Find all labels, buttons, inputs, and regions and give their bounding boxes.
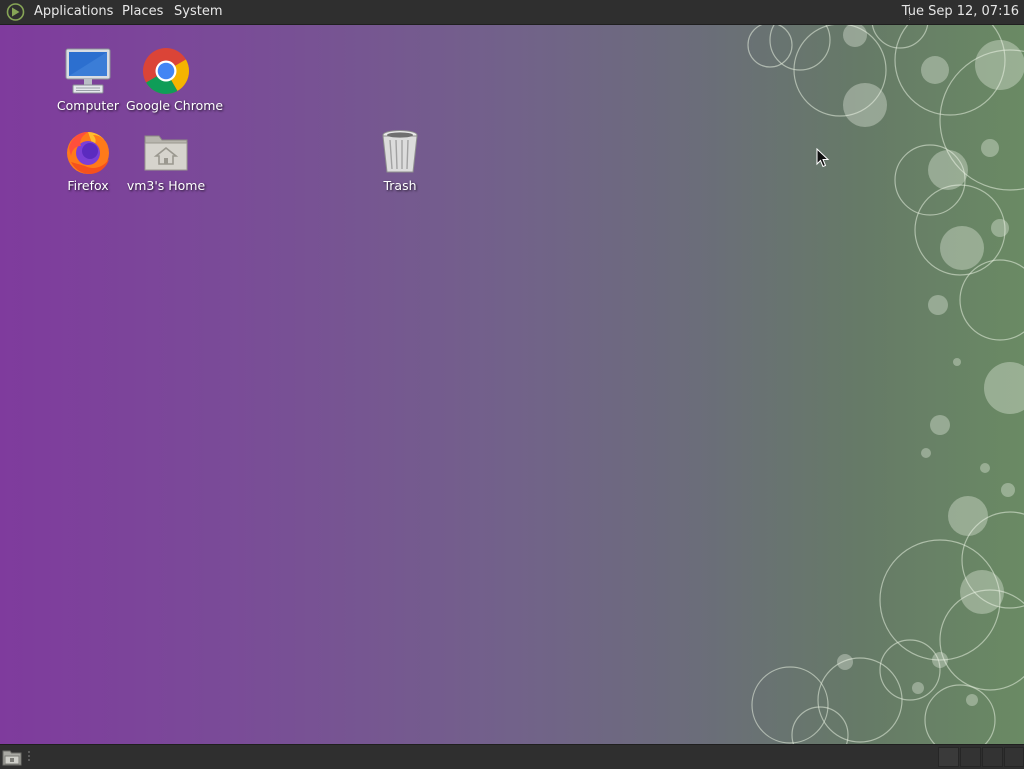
top-panel: Applications Places System Tue Sep 12, 0… bbox=[0, 0, 1024, 25]
desktop-icon-firefox[interactable]: Firefox bbox=[48, 126, 128, 193]
trash-icon bbox=[382, 130, 418, 173]
desktop-icon-label: Firefox bbox=[67, 178, 109, 193]
menu-places[interactable]: Places bbox=[122, 0, 163, 24]
desktop-icon-computer[interactable]: Computer bbox=[48, 46, 128, 113]
bottom-panel bbox=[0, 744, 1024, 769]
clock[interactable]: Tue Sep 12, 07:16 bbox=[902, 0, 1019, 24]
wallpaper-swirls bbox=[747, 0, 1024, 764]
workspace-3[interactable] bbox=[982, 747, 1003, 767]
desktop-icon-label: vm3's Home bbox=[126, 178, 206, 193]
workspace-2[interactable] bbox=[960, 747, 981, 767]
workspace-1[interactable] bbox=[938, 747, 959, 767]
desktop-icon-home[interactable]: vm3's Home bbox=[126, 126, 206, 193]
computer-icon bbox=[65, 48, 111, 94]
mouse-cursor-icon bbox=[816, 148, 830, 168]
desktop-icon-google-chrome[interactable]: Google Chrome bbox=[126, 46, 224, 113]
desktop-icon-label: Computer bbox=[56, 98, 120, 113]
home-folder-icon bbox=[144, 135, 188, 171]
mate-logo-icon[interactable] bbox=[6, 3, 25, 21]
menu-system[interactable]: System bbox=[174, 0, 222, 24]
desktop-background[interactable]: Computer Google Chrome Firefox vm3's Hom… bbox=[0, 0, 1024, 768]
desktop-icon-trash[interactable]: Trash bbox=[360, 126, 440, 193]
menu-applications[interactable]: Applications bbox=[34, 0, 113, 24]
show-desktop-icon[interactable] bbox=[2, 748, 22, 766]
desktop-icon-label: Trash bbox=[383, 178, 417, 193]
desktop-icon-label: Google Chrome bbox=[126, 98, 224, 113]
firefox-icon bbox=[67, 132, 109, 174]
chrome-icon bbox=[143, 48, 189, 94]
panel-drag-handle[interactable] bbox=[27, 750, 31, 764]
workspace-4[interactable] bbox=[1004, 747, 1024, 767]
